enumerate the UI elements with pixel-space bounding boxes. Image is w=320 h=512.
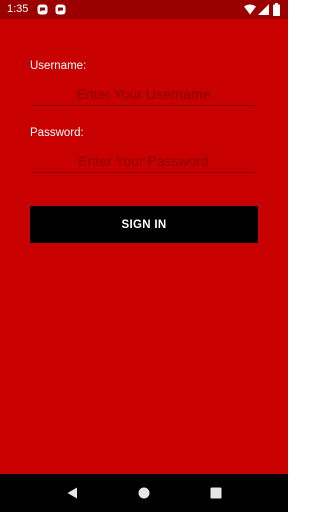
wifi-icon [244,4,256,18]
username-input[interactable] [32,83,255,106]
login-screen: 1:35 Username: Enter Your Username Passw… [0,0,288,512]
home-button[interactable] [124,474,164,512]
status-bar: 1:35 [0,0,288,19]
back-button[interactable] [52,474,92,512]
recents-button[interactable] [196,474,236,512]
cellular-signal-icon [258,4,269,18]
home-icon [138,487,150,499]
battery-icon [273,3,280,19]
username-label: Username: [30,60,87,72]
status-time: 1:35 [7,3,29,15]
back-icon [67,487,77,499]
chat-notification-icon [55,4,66,15]
chat-notification-icon [37,4,48,15]
sign-in-button[interactable]: SIGN IN [30,206,258,243]
password-input[interactable] [32,150,255,173]
password-label: Password: [30,127,84,139]
recents-icon [210,487,222,499]
navigation-bar [0,474,288,512]
